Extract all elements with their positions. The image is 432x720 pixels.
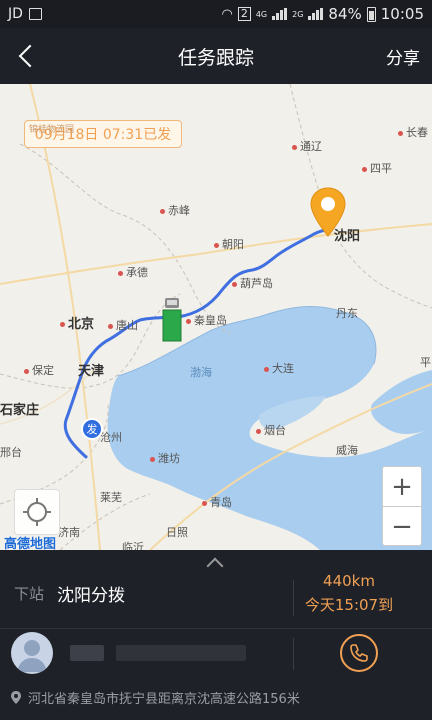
map-label-baoding: 保定 [24,362,54,378]
user-silhouette-icon [17,640,47,672]
map-label-tangshan: 唐山 [108,317,138,333]
map-label-weihai: 威海 [336,444,358,457]
map-label-yantai: 烟台 [256,422,286,438]
map-label-bohai: 渤海 [190,366,212,379]
map-label-chifeng: 赤峰 [160,202,190,218]
map-view[interactable]: 通辽 长春 四平 沈阳 赤峰 朝阳 承德 葫芦岛 秦皇岛 唐山 北京 天津 保定… [0,84,432,550]
map-label-weifang: 潍坊 [150,450,180,466]
sim-badge: 2 [237,7,251,21]
zoom-in-button[interactable]: + [383,467,421,507]
chevron-left-icon [18,44,42,68]
map-label-shijiazhuang: 石家庄 [0,403,40,418]
divider [0,628,432,629]
task-info-panel: 下站 沈阳分拨 440km 今天15:07到 河北省秦皇岛市抚宁县距离京沈高速公… [0,550,432,720]
location-pin-icon [11,691,21,704]
departure-time-badge: 锦桂物流园 09月18日 07:31已发 [24,120,182,148]
next-stop-name: 沈阳分拨 [57,586,125,606]
divider [293,638,294,670]
signal-2-icon [308,8,324,20]
map-label-beijing: 北京 [60,313,94,332]
wifi-icon: ◠ [221,6,233,22]
map-label-cangzhou: 沧州 [100,431,122,444]
crosshair-icon [23,498,51,526]
badge-faint-label: 锦桂物流园 [29,125,75,135]
map-label-laiwu: 莱芜 [100,491,122,504]
locate-button[interactable] [14,489,60,535]
clock: 10:05 [380,5,424,23]
map-label-xingtai: 邢台 [0,446,22,459]
carrier-label: JD [8,6,23,22]
map-label-chengde: 承德 [118,264,148,280]
phone-icon [350,644,368,662]
remaining-distance: 440km [323,572,375,590]
map-label-chaoyang: 朝阳 [214,236,244,252]
signal-icon [272,8,288,20]
destination-pin-icon[interactable] [309,186,347,238]
map-label-changchun: 长春 [398,124,428,140]
network-2g-label: 2G [292,9,304,19]
map-label-rizhao: 日照 [166,526,188,539]
nav-bar: 任务跟踪 分享 [0,28,432,84]
map-label-qingdao: 青岛 [202,494,232,510]
start-marker[interactable]: 发 [81,418,103,440]
driver-info-redacted [70,645,250,661]
battery-level: 84% [328,5,362,23]
share-button[interactable]: 分享 [386,44,420,69]
image-notification-icon [28,8,42,20]
amap-logo: 高德地图 [4,537,57,550]
driver-avatar[interactable] [11,632,53,674]
call-driver-button[interactable] [340,634,378,672]
network-4g-label: 4G [255,9,268,19]
map-label-dandong: 丹东 [336,307,358,320]
next-stop-label: 下站 [14,585,45,603]
map-label-pingrang: 平 [420,356,431,369]
truck-icon[interactable] [162,298,182,342]
map-label-siping: 四平 [362,160,392,176]
map-label-tianjin: 天津 [78,364,105,379]
zoom-out-button[interactable]: − [383,507,421,547]
estimated-arrival: 今天15:07到 [304,596,394,614]
zoom-controls: + − [382,466,422,546]
back-button[interactable] [8,38,44,74]
current-location-row: 河北省秦皇岛市抚宁县距离京沈高速公路156米 [10,688,300,707]
map-label-dalian: 大连 [264,360,294,376]
status-bar: JD ◠ 2 4G 2G 84% 10:05 [0,0,432,28]
map-label-linyi: 临沂 [122,541,144,550]
map-label-tongliao: 通辽 [292,138,322,154]
page-title: 任务跟踪 [177,46,254,69]
current-address: 河北省秦皇岛市抚宁县距离京沈高速公路156米 [28,692,300,707]
next-stop-row: 下站 沈阳分拨 440km 今天15:07到 [0,572,432,628]
map-label-jinan: 济南 [58,526,80,539]
map-label-qinhuangdao: 秦皇岛 [186,312,227,328]
map-label-huludao: 葫芦岛 [232,275,273,291]
battery-icon [366,6,376,22]
